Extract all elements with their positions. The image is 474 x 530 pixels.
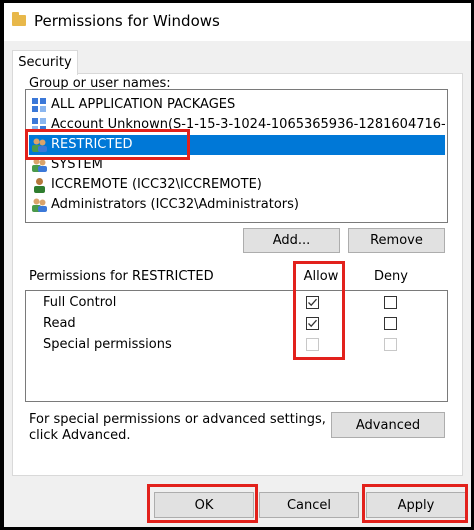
permissions-dialog: Permissions for Windows Security Group o… — [4, 3, 471, 527]
tab-security[interactable]: Security — [12, 50, 78, 75]
full-control-allow-checkbox[interactable] — [306, 296, 319, 309]
advanced-hint-line2: click Advanced. — [29, 428, 131, 443]
user-name: ICCREMOTE (ICC32\ICCREMOTE) — [51, 177, 262, 192]
group-icon — [32, 158, 47, 172]
user-name: SYSTEM — [51, 157, 103, 172]
special-permissions-deny-checkbox — [384, 338, 397, 351]
app-packages-icon — [32, 98, 46, 112]
unknown-account-icon — [32, 118, 46, 132]
user-icon — [34, 178, 45, 193]
user-name: Account Unknown(S-1-15-3-1024-1065365936… — [51, 117, 445, 132]
check-icon — [308, 319, 317, 328]
special-permissions-allow-checkbox — [306, 338, 319, 351]
full-control-deny-checkbox[interactable] — [384, 296, 397, 309]
advanced-button[interactable]: Advanced — [331, 412, 445, 438]
apply-button[interactable]: Apply — [366, 492, 466, 518]
advanced-hint-line1: For special permissions or advanced sett… — [29, 412, 326, 427]
group-icon — [32, 198, 47, 212]
deny-column-header: Deny — [374, 269, 408, 284]
title-bar[interactable]: Permissions for Windows — [4, 3, 471, 41]
list-item-iccremote[interactable]: ICCREMOTE (ICC32\ICCREMOTE) — [29, 175, 445, 195]
read-deny-checkbox[interactable] — [384, 317, 397, 330]
allow-column-header: Allow — [303, 269, 339, 284]
read-allow-checkbox[interactable] — [306, 317, 319, 330]
list-item-account-unknown[interactable]: Account Unknown(S-1-15-3-1024-1065365936… — [29, 115, 445, 135]
list-item-system[interactable]: SYSTEM — [29, 155, 445, 175]
user-name: RESTRICTED — [51, 137, 133, 152]
check-icon — [308, 298, 317, 307]
folder-icon — [12, 12, 26, 26]
remove-button[interactable]: Remove — [348, 228, 445, 253]
permission-full-control: Full Control — [43, 295, 117, 310]
add-button[interactable]: Add... — [243, 228, 340, 253]
user-name: Administrators (ICC32\Administrators) — [51, 197, 299, 212]
list-item-all-application-packages[interactable]: ALL APPLICATION PACKAGES — [29, 95, 445, 115]
permissions-for-label: Permissions for RESTRICTED — [29, 269, 214, 284]
ok-button[interactable]: OK — [154, 492, 254, 518]
list-item-administrators[interactable]: Administrators (ICC32\Administrators) — [29, 195, 445, 215]
list-item-restricted[interactable]: RESTRICTED — [29, 135, 445, 155]
window-title: Permissions for Windows — [34, 12, 220, 30]
group-icon — [32, 138, 47, 152]
permission-read: Read — [43, 316, 76, 331]
permission-special: Special permissions — [43, 337, 172, 352]
cancel-button[interactable]: Cancel — [259, 492, 359, 518]
group-user-list[interactable]: ALL APPLICATION PACKAGES Account Unknown… — [25, 89, 448, 223]
user-name: ALL APPLICATION PACKAGES — [51, 97, 236, 112]
